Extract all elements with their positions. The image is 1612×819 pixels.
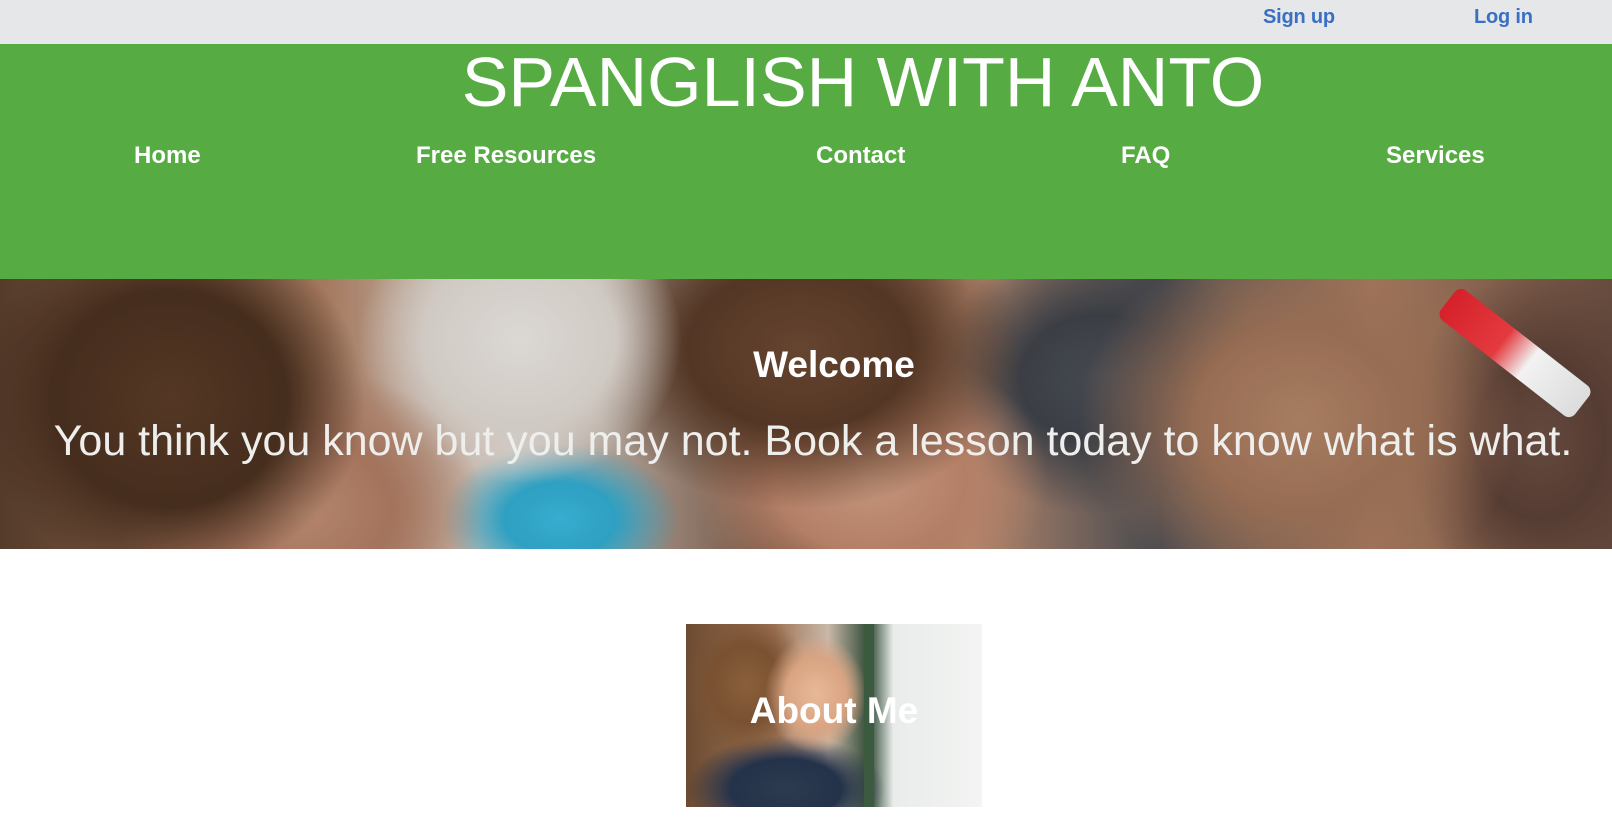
login-link[interactable]: Log in: [1474, 6, 1533, 29]
auth-bar: Sign up Log in: [0, 0, 1612, 44]
nav-item-services[interactable]: Services: [1386, 142, 1485, 170]
nav-item-contact[interactable]: Contact: [816, 142, 905, 170]
nav-item-free-resources[interactable]: Free Resources: [416, 142, 596, 170]
nav-item-faq[interactable]: FAQ: [1121, 142, 1170, 170]
about-me-title[interactable]: About Me: [0, 690, 1612, 732]
nav-item-home[interactable]: Home: [134, 142, 201, 170]
hero-heading: Welcome: [753, 344, 915, 385]
site-title[interactable]: SPANGLISH WITH ANTO: [0, 44, 1612, 120]
hero-tagline: You think you know but you may not. Book…: [53, 417, 1573, 465]
signup-link[interactable]: Sign up: [1263, 6, 1335, 29]
hero-banner-image: [0, 279, 1612, 549]
